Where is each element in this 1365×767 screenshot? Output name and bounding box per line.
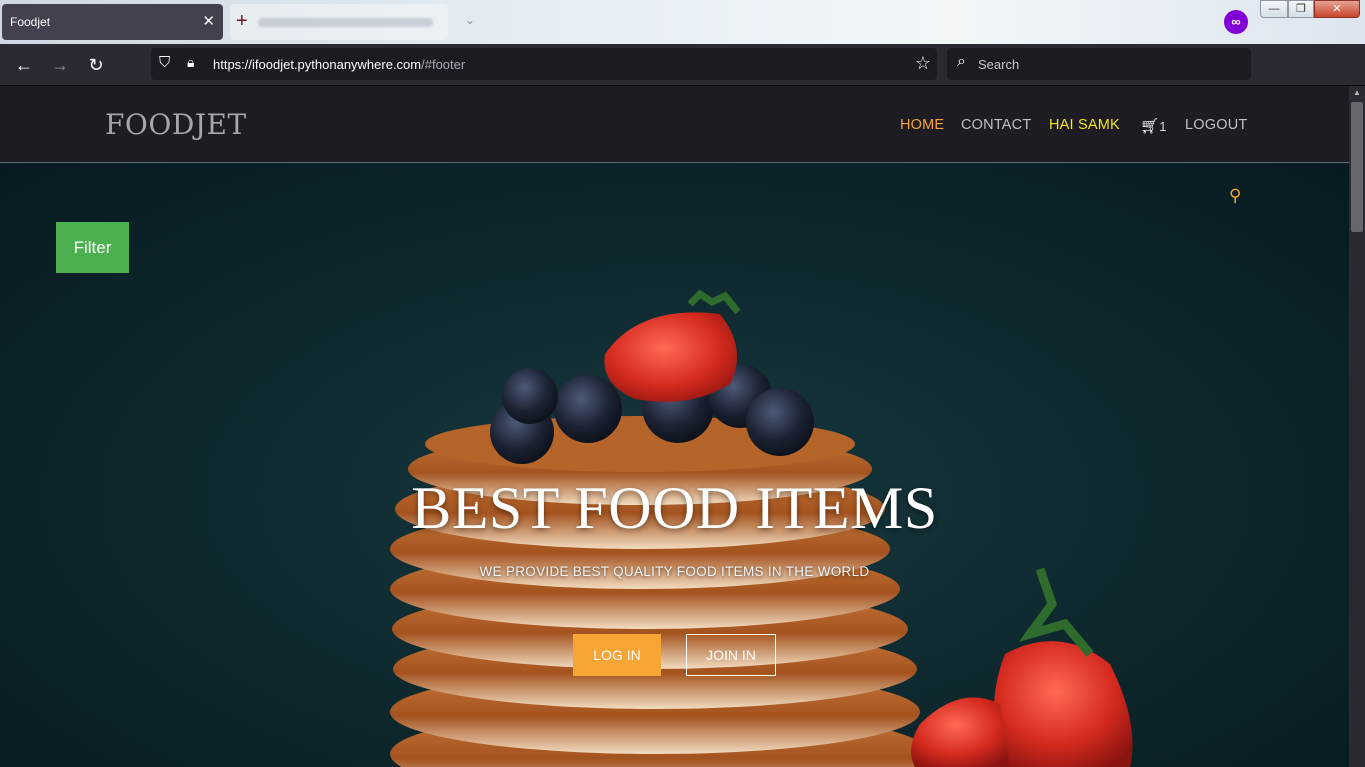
private-browsing-icon: ∞ <box>1224 10 1248 34</box>
tab-title: Foodjet <box>10 15 51 29</box>
scroll-thumb[interactable] <box>1351 102 1363 232</box>
site-search-icon[interactable]: ⚲ <box>1229 186 1241 206</box>
tab-list-chevron-icon[interactable]: ⌄ <box>465 13 475 27</box>
brand-logo[interactable]: FOODJET <box>105 108 247 141</box>
forward-arrow-icon[interactable]: → <box>47 53 73 77</box>
scroll-up-arrow-icon[interactable]: ▲ <box>1353 88 1361 97</box>
browser-search-box[interactable]: ⌕ <box>947 48 1251 80</box>
login-button[interactable]: LOG IN <box>573 634 661 676</box>
hero-title: BEST FOOD ITEMS <box>411 475 938 541</box>
web-page: FOODJET HOME CONTACT HAI SAMK 🛒︎1 LOGOUT <box>0 86 1349 767</box>
hero-subtitle: WE PROVIDE BEST QUALITY FOOD ITEMS IN TH… <box>479 564 870 579</box>
window-restore-button[interactable]: ❐ <box>1288 0 1314 18</box>
window-minimize-button[interactable]: — <box>1260 0 1288 18</box>
address-bar[interactable]: ⛉ 🔒︎ https://ifoodjet.pythonanywhere.com… <box>151 48 937 80</box>
nav-logout[interactable]: LOGOUT <box>1185 117 1247 133</box>
tracking-shield-icon[interactable]: ⛉ <box>159 54 170 71</box>
join-button[interactable]: JOIN IN <box>686 634 776 676</box>
browser-search-input[interactable] <box>978 57 1228 72</box>
page-scrollbar[interactable]: ▲ <box>1349 86 1365 767</box>
site-header: FOODJET HOME CONTACT HAI SAMK 🛒︎1 LOGOUT <box>0 86 1349 163</box>
tab-background[interactable]: + <box>230 4 448 40</box>
nav-contact[interactable]: CONTACT <box>961 117 1031 133</box>
tab-close-icon[interactable]: ✕ <box>202 12 215 30</box>
back-arrow-icon[interactable]: ← <box>11 53 37 77</box>
reload-icon[interactable]: ↻ <box>83 53 109 77</box>
hero-section: ⚲ Filter BEST FOOD ITEMS WE PROVIDE BEST… <box>0 164 1349 767</box>
browser-tab-strip: Foodjet ✕ + ⌄ ∞ — ❐ ✕ <box>0 0 1365 44</box>
window-close-button[interactable]: ✕ <box>1314 0 1360 18</box>
bookmark-star-icon[interactable]: ☆ <box>915 53 931 74</box>
nav-cart[interactable]: 🛒︎1 <box>1140 117 1167 135</box>
search-icon: ⌕ <box>957 53 966 70</box>
tab-favicon-icon: + <box>236 10 248 32</box>
pancake-stack-image <box>390 289 1133 767</box>
url-text[interactable]: https://ifoodjet.pythonanywhere.com/#foo… <box>213 57 465 72</box>
shopping-cart-icon: 🛒︎ <box>1140 118 1160 135</box>
tab-foodjet[interactable]: Foodjet ✕ <box>2 4 223 40</box>
filter-button[interactable]: Filter <box>56 222 129 273</box>
tab-title-blurred <box>258 18 433 27</box>
lock-icon[interactable]: 🔒︎ <box>187 54 194 71</box>
nav-home[interactable]: HOME <box>900 117 944 133</box>
nav-user[interactable]: HAI SAMK <box>1049 117 1120 133</box>
cart-count: 1 <box>1159 119 1167 134</box>
